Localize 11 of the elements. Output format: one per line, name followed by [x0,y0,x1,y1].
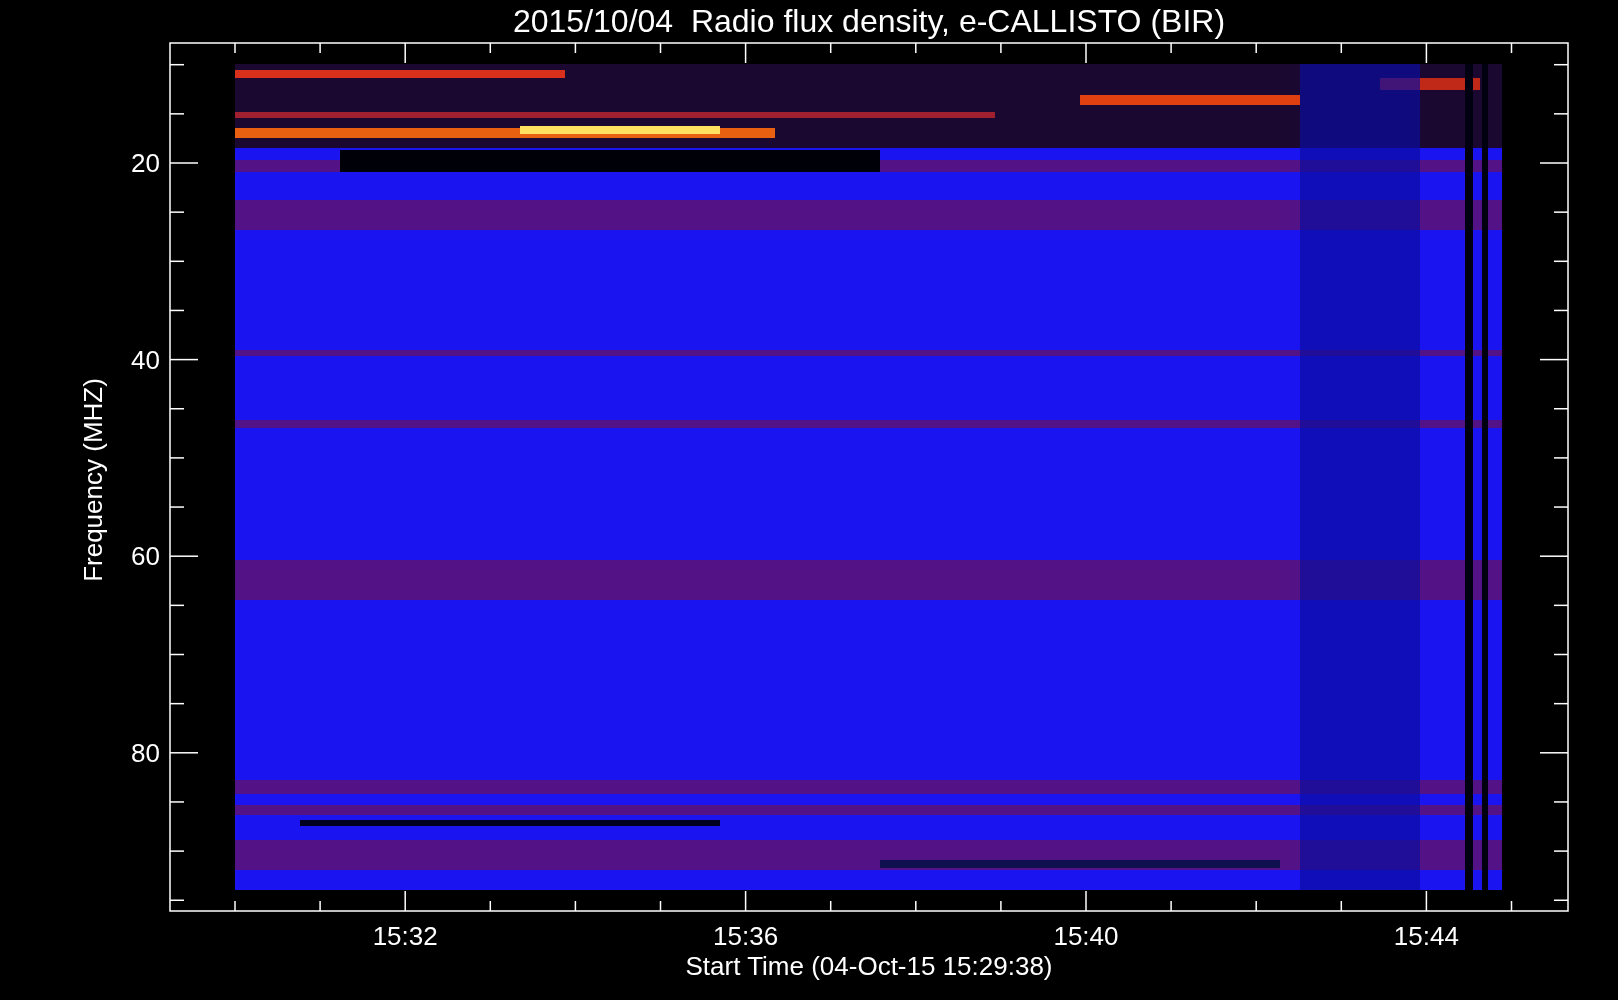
x-tick-label: 15:40 [1053,921,1119,951]
x-axis-label: Start Time (04-Oct-15 15:29:38) [685,951,1053,981]
y-tick-label: 40 [131,344,160,375]
y-tick-label: 80 [131,737,160,768]
y-tick-label: 20 [131,148,160,178]
x-tick-label: 15:44 [1393,921,1459,951]
chart-title: 2015/10/04 Radio flux density, e-CALLISTO (BIR) [512,3,1226,39]
x-tick-label: 15:36 [713,921,779,951]
x-tick-label: 15:32 [372,921,438,951]
y-tick-label: 60 [131,541,160,572]
y-axis-label: Frequency (MHZ) [78,378,108,582]
